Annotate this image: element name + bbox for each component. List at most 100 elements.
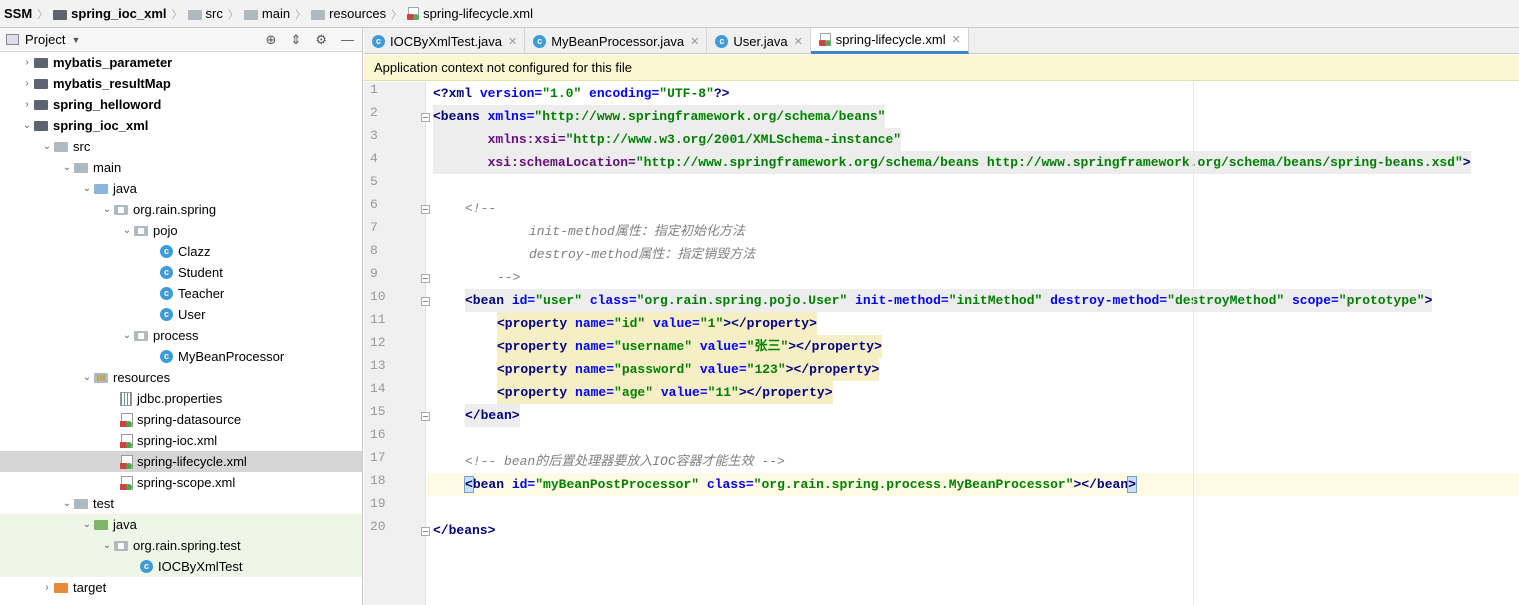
gear-icon[interactable]: ⚙ bbox=[315, 32, 327, 48]
tree-item-src[interactable]: ⌄ src bbox=[0, 136, 362, 157]
chevron-down-icon[interactable]: ⌄ bbox=[60, 498, 74, 509]
chevron-right-icon[interactable]: › bbox=[20, 57, 34, 68]
tab-user[interactable]: c User.java ✕ bbox=[707, 28, 811, 54]
breadcrumb-item-main[interactable]: main bbox=[243, 6, 290, 21]
tree-item-user[interactable]: c User bbox=[0, 304, 362, 325]
close-icon[interactable]: ✕ bbox=[690, 35, 699, 48]
tree-item-spring-ioc-xml-file[interactable]: spring-ioc.xml bbox=[0, 430, 362, 451]
line-number: 9 bbox=[370, 266, 378, 281]
line-number: 4 bbox=[370, 151, 378, 166]
tree-item-pojo[interactable]: ⌄ pojo bbox=[0, 220, 362, 241]
code-line-14: <property name="age" value="11"></proper… bbox=[497, 381, 833, 404]
tab-spring-lifecycle[interactable]: spring-lifecycle.xml ✕ bbox=[810, 28, 969, 54]
tree-item-test-java[interactable]: ⌄ java bbox=[0, 514, 362, 535]
chevron-down-icon[interactable]: ⌄ bbox=[80, 519, 94, 530]
caret-down-icon[interactable]: ▼ bbox=[71, 35, 80, 45]
chevron-down-icon[interactable]: ⌄ bbox=[100, 540, 114, 551]
tab-iocbyxmltest[interactable]: c IOCByXmlTest.java ✕ bbox=[364, 28, 526, 54]
chevron-right-icon: 〉 bbox=[37, 8, 49, 21]
fold-marker-icon[interactable] bbox=[421, 412, 430, 421]
fold-marker-icon[interactable] bbox=[421, 274, 430, 283]
tree-item-package-org-rain-spring[interactable]: ⌄ org.rain.spring bbox=[0, 199, 362, 220]
line-number: 11 bbox=[370, 312, 386, 327]
package-icon bbox=[114, 204, 128, 215]
tree-item-mybeanprocessor[interactable]: c MyBeanProcessor bbox=[0, 346, 362, 367]
code-line-18: <bean id="myBeanPostProcessor" class="or… bbox=[464, 476, 1137, 493]
chevron-down-icon[interactable]: ⌄ bbox=[20, 120, 34, 131]
tree-item-spring-ioc-xml[interactable]: ⌄ spring_ioc_xml bbox=[0, 115, 362, 136]
source-folder-icon bbox=[94, 183, 108, 194]
tree-item-test[interactable]: ⌄ test bbox=[0, 493, 362, 514]
project-view-selector[interactable]: Project bbox=[25, 32, 65, 47]
collapse-all-icon[interactable]: ⇕ bbox=[290, 32, 301, 48]
fold-marker-icon[interactable] bbox=[421, 297, 430, 306]
chevron-down-icon[interactable]: ⌄ bbox=[40, 141, 54, 152]
project-tree: › mybatis_parameter › mybatis_resultMap › s… bbox=[0, 52, 362, 598]
resources-folder-icon bbox=[94, 372, 108, 383]
close-icon[interactable]: ✕ bbox=[952, 33, 961, 46]
right-margin-guide bbox=[1193, 82, 1194, 605]
tab-mybeanprocessor[interactable]: c MyBeanProcessor.java ✕ bbox=[525, 28, 708, 54]
fold-marker-icon[interactable] bbox=[421, 205, 430, 214]
fold-marker-icon[interactable] bbox=[421, 113, 430, 122]
tree-item-spring-helloword[interactable]: › spring_helloword bbox=[0, 94, 362, 115]
chevron-down-icon[interactable]: ⌄ bbox=[80, 372, 94, 383]
line-number: 10 bbox=[370, 289, 386, 304]
tree-item-clazz[interactable]: c Clazz bbox=[0, 241, 362, 262]
locate-icon[interactable]: ⊕ bbox=[266, 32, 277, 48]
breadcrumb-item-project[interactable]: SSM bbox=[4, 6, 32, 21]
line-number: 15 bbox=[370, 404, 386, 419]
code-editor[interactable]: 1 2 3 4 5 6 7 8 9 10 11 12 13 14 15 16 1… bbox=[364, 82, 1519, 605]
tree-item-java[interactable]: ⌄ java bbox=[0, 178, 362, 199]
chevron-down-icon[interactable]: ⌄ bbox=[60, 162, 74, 173]
line-number: 17 bbox=[370, 450, 386, 465]
minimize-icon[interactable]: — bbox=[341, 32, 354, 48]
code-line-1: <?xml version="1.0" encoding="UTF-8"?> bbox=[433, 86, 730, 101]
chevron-down-icon[interactable]: ⌄ bbox=[100, 204, 114, 215]
tree-item-mybatis-resultmap[interactable]: › mybatis_resultMap bbox=[0, 73, 362, 94]
line-number: 2 bbox=[370, 105, 378, 120]
chevron-right-icon[interactable]: › bbox=[40, 582, 54, 593]
chevron-right-icon: 〉 bbox=[391, 8, 403, 21]
breadcrumb-item-module[interactable]: spring_ioc_xml bbox=[53, 6, 167, 21]
chevron-down-icon[interactable]: ⌄ bbox=[120, 330, 134, 341]
code-line-9: --> bbox=[497, 270, 521, 285]
tree-item-process[interactable]: ⌄ process bbox=[0, 325, 362, 346]
chevron-down-icon[interactable]: ⌄ bbox=[80, 183, 94, 194]
tree-item-spring-datasource[interactable]: spring-datasource bbox=[0, 409, 362, 430]
tree-item-student[interactable]: c Student bbox=[0, 262, 362, 283]
tree-item-resources[interactable]: ⌄ resources bbox=[0, 367, 362, 388]
xml-file-icon bbox=[120, 412, 133, 427]
tree-item-spring-lifecycle-xml[interactable]: spring-lifecycle.xml bbox=[0, 451, 362, 472]
close-icon[interactable]: ✕ bbox=[794, 35, 803, 48]
line-number: 19 bbox=[370, 496, 386, 511]
tree-item-jdbc-properties[interactable]: jdbc.properties bbox=[0, 388, 362, 409]
tree-item-teacher[interactable]: c Teacher bbox=[0, 283, 362, 304]
line-number: 8 bbox=[370, 243, 378, 258]
line-number: 13 bbox=[370, 358, 386, 373]
fold-marker-icon[interactable] bbox=[421, 527, 430, 536]
chevron-right-icon[interactable]: › bbox=[20, 78, 34, 89]
chevron-right-icon[interactable]: › bbox=[20, 99, 34, 110]
close-icon[interactable]: ✕ bbox=[508, 35, 517, 48]
tree-item-target[interactable]: › target bbox=[0, 577, 362, 598]
tree-item-mybatis-parameter[interactable]: › mybatis_parameter bbox=[0, 52, 362, 73]
tree-item-package-org-rain-spring-test[interactable]: ⌄ org.rain.spring.test bbox=[0, 535, 362, 556]
breadcrumb-item-file[interactable]: spring-lifecycle.xml bbox=[407, 6, 533, 21]
tree-item-spring-scope-xml[interactable]: spring-scope.xml bbox=[0, 472, 362, 493]
chevron-right-icon: 〉 bbox=[227, 8, 239, 21]
breadcrumb-item-resources[interactable]: resources bbox=[311, 6, 386, 21]
tree-item-main[interactable]: ⌄ main bbox=[0, 157, 362, 178]
class-icon: c bbox=[372, 34, 385, 48]
code-line-13: <property name="password" value="123"></… bbox=[497, 358, 880, 381]
test-class-icon: c bbox=[140, 560, 153, 573]
tree-item-iocbyxmltest[interactable]: c IOCByXmlTest bbox=[0, 556, 362, 577]
matched-bracket: > bbox=[1127, 476, 1137, 493]
breadcrumb-item-src[interactable]: src bbox=[187, 6, 223, 21]
module-icon bbox=[34, 78, 48, 89]
module-icon bbox=[34, 99, 48, 110]
line-number: 20 bbox=[370, 519, 386, 534]
package-icon bbox=[134, 225, 148, 236]
chevron-down-icon[interactable]: ⌄ bbox=[120, 225, 134, 236]
code-line-3: xmlns:xsi="http://www.w3.org/2001/XMLSch… bbox=[433, 128, 902, 151]
